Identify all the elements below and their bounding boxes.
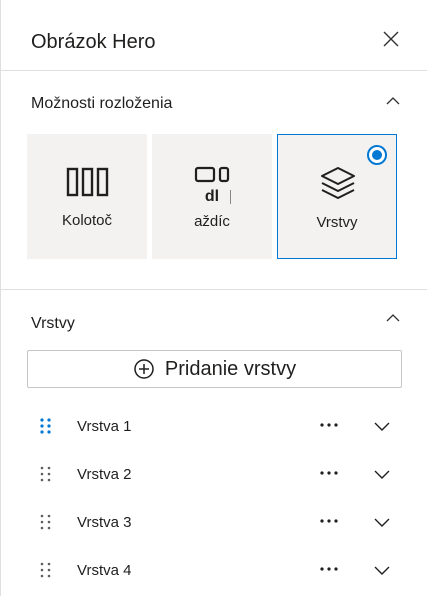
- chevron-down-icon: [374, 422, 390, 431]
- add-circle-icon: [134, 359, 154, 379]
- chevron-down-icon: [374, 566, 390, 575]
- panel-header: Obrázok Hero: [1, 0, 427, 71]
- layout-option-layers[interactable]: Vrstvy: [277, 134, 397, 259]
- layout-option-tiles-label-line2: aždíc: [194, 213, 230, 230]
- layer-label: Vrstva 2: [77, 466, 132, 483]
- expand-layer-button[interactable]: [370, 464, 394, 484]
- hero-image-panel: Obrázok Hero Možnosti rozloženia Kolotoč: [0, 0, 427, 596]
- carousel-icon: [66, 167, 109, 197]
- close-button[interactable]: [379, 27, 403, 51]
- layout-option-tiles[interactable]: dl aždíc: [152, 134, 272, 259]
- close-icon: [383, 31, 399, 47]
- layers-section: Vrstvy Pridanie vrstvy Vrstva 1 Vrstva 2…: [1, 290, 427, 596]
- text-cursor: [230, 190, 231, 204]
- selected-radio-icon: [367, 145, 387, 165]
- layer-label: Vrstva 4: [77, 562, 132, 579]
- more-icon: [320, 519, 338, 523]
- expand-layer-button[interactable]: [370, 560, 394, 580]
- layers-section-collapse-button[interactable]: [381, 308, 405, 328]
- add-layer-button[interactable]: Pridanie vrstvy: [27, 350, 402, 388]
- layer-label: Vrstva 1: [77, 418, 132, 435]
- more-options-button[interactable]: [317, 416, 341, 436]
- layer-row[interactable]: Vrstva 1: [1, 404, 427, 448]
- drag-handle-icon[interactable]: [37, 513, 55, 531]
- layout-option-carousel-label: Kolotoč: [61, 212, 113, 229]
- drag-handle-icon[interactable]: [37, 417, 55, 435]
- expand-layer-button[interactable]: [370, 416, 394, 436]
- layout-options-section: Možnosti rozloženia Kolotoč dl aždíc Vrs…: [1, 71, 427, 290]
- chevron-down-icon: [374, 470, 390, 479]
- drag-handle-icon[interactable]: [37, 561, 55, 579]
- drag-handle-icon[interactable]: [37, 465, 55, 483]
- more-icon: [320, 423, 338, 427]
- add-layer-label: Pridanie vrstvy: [164, 358, 297, 380]
- layer-row[interactable]: Vrstva 4: [1, 548, 427, 592]
- layout-options-title: Možnosti rozloženia: [31, 95, 173, 112]
- layout-option-layers-label: Vrstvy: [316, 214, 358, 231]
- more-icon: [320, 471, 338, 475]
- layer-row[interactable]: Vrstva 3: [1, 500, 427, 544]
- chevron-up-icon: [386, 97, 400, 105]
- expand-layer-button[interactable]: [370, 512, 394, 532]
- panel-title: Obrázok Hero: [31, 31, 156, 53]
- layer-label: Vrstva 3: [77, 514, 132, 531]
- chevron-down-icon: [374, 518, 390, 527]
- layer-row[interactable]: Vrstva 2: [1, 452, 427, 496]
- more-icon: [320, 567, 338, 571]
- layout-options-collapse-button[interactable]: [381, 91, 405, 111]
- more-options-button[interactable]: [317, 512, 341, 532]
- more-options-button[interactable]: [317, 464, 341, 484]
- tiles-icon: [194, 166, 230, 183]
- chevron-up-icon: [386, 314, 400, 322]
- more-options-button[interactable]: [317, 560, 341, 580]
- layers-section-title: Vrstvy: [31, 315, 75, 332]
- layers-icon: [321, 167, 355, 199]
- layout-option-tiles-label-line1: dl: [204, 188, 220, 205]
- layout-option-carousel[interactable]: Kolotoč: [27, 134, 147, 259]
